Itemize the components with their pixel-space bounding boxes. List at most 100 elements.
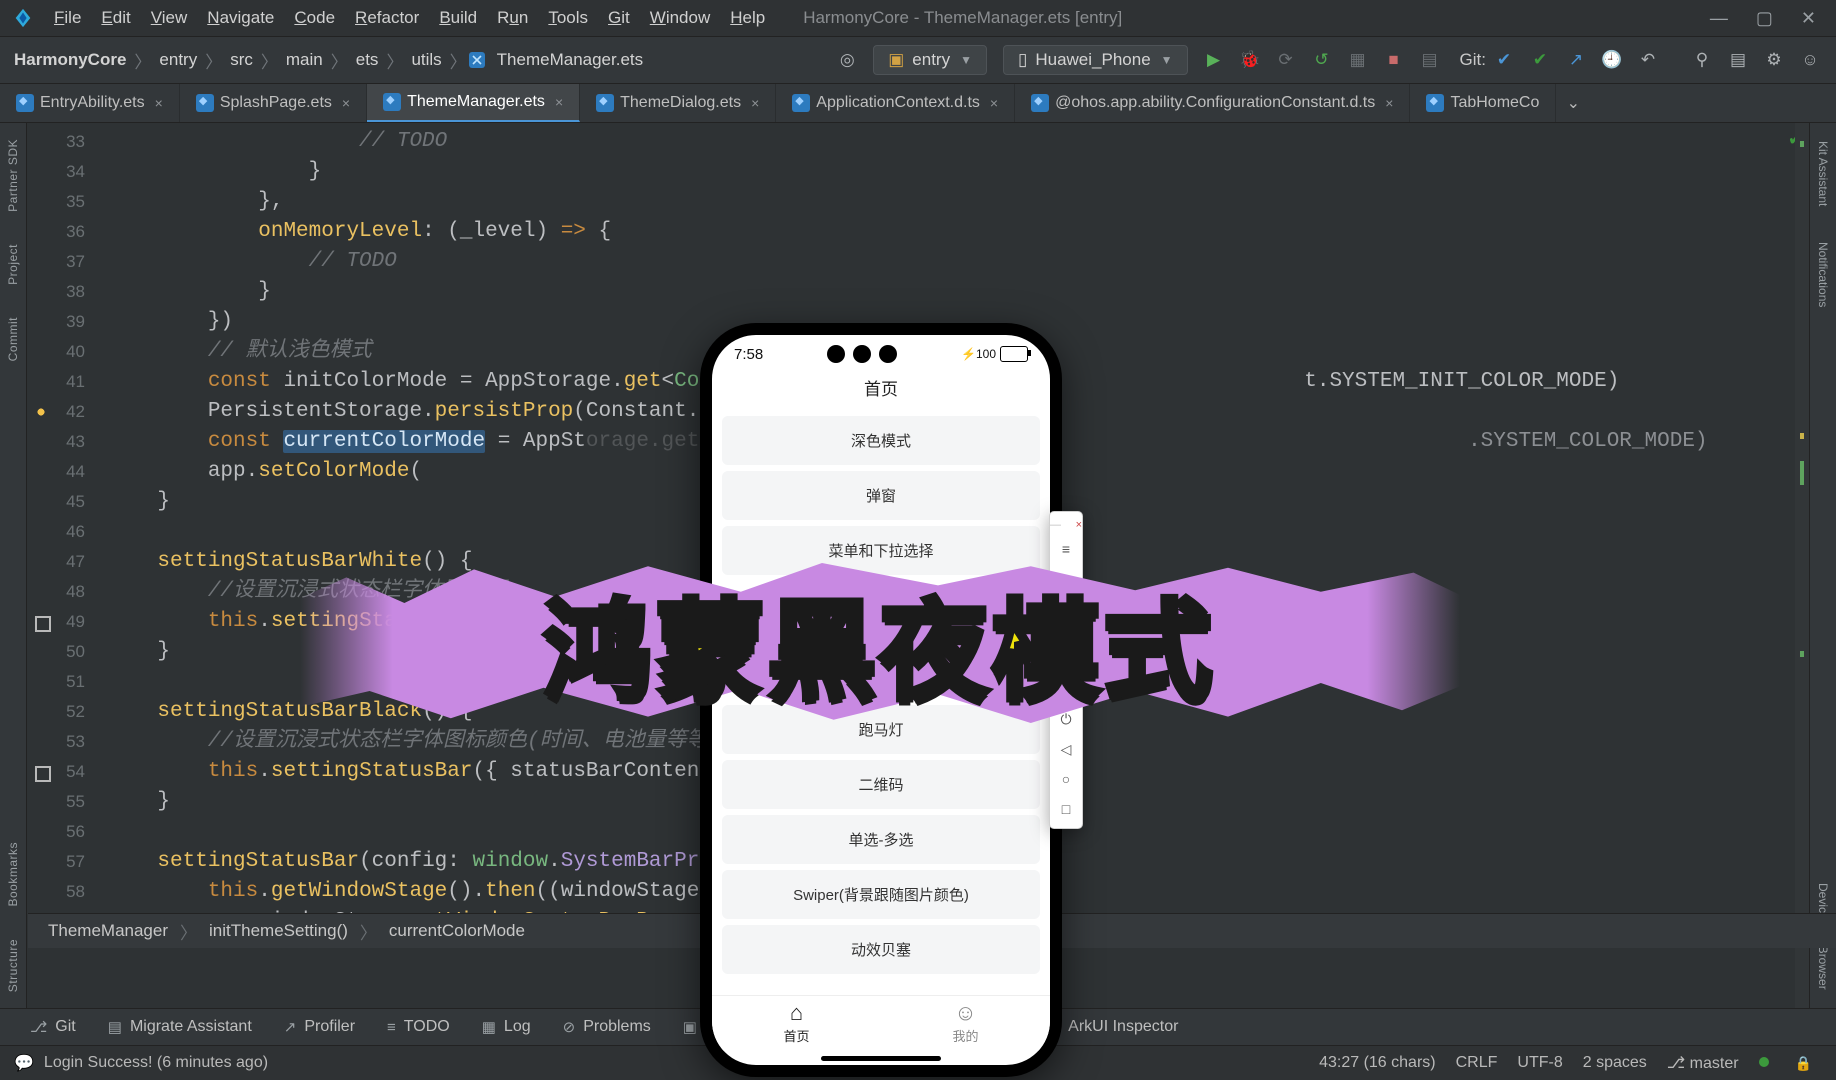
tool-notifications[interactable]: Notifications bbox=[1816, 242, 1830, 307]
close-tab-icon[interactable]: × bbox=[555, 94, 563, 110]
status-servers-ok[interactable] bbox=[1749, 1054, 1785, 1072]
tool-partner-sdk[interactable]: Partner SDK bbox=[6, 139, 20, 212]
crumb-src[interactable]: src bbox=[224, 50, 259, 70]
status-eol[interactable]: CRLF bbox=[1446, 1054, 1508, 1072]
phone-list-item[interactable]: 菜单和下拉选择 bbox=[722, 526, 1040, 575]
phone-list-item[interactable]: 弹窗 bbox=[722, 471, 1040, 520]
tab-entryability[interactable]: EntryAbility.ets × bbox=[0, 84, 180, 122]
emu-power-icon[interactable]: ⏻ bbox=[1050, 704, 1082, 734]
emu-home-icon[interactable]: ○ bbox=[1050, 764, 1082, 794]
emu-back-icon[interactable]: ◁ bbox=[1050, 734, 1082, 764]
emu-close-icon[interactable]: × bbox=[1076, 519, 1082, 531]
stop-button-icon[interactable]: ■ bbox=[1380, 46, 1408, 74]
status-encoding[interactable]: UTF-8 bbox=[1507, 1054, 1572, 1072]
search-icon[interactable]: ⚲ bbox=[1688, 46, 1716, 74]
tool-bookmarks[interactable]: Bookmarks bbox=[6, 842, 20, 907]
locate-icon[interactable]: ◎ bbox=[833, 46, 861, 74]
menu-file[interactable]: File bbox=[44, 4, 91, 32]
status-caret-pos[interactable]: 43:27 (16 chars) bbox=[1309, 1054, 1446, 1072]
tab-overflow-chevron-icon[interactable]: ⌄ bbox=[1556, 84, 1590, 122]
tool-problems[interactable]: ⊘Problems bbox=[547, 1018, 667, 1036]
close-tab-icon[interactable]: × bbox=[342, 95, 350, 111]
run-button-icon[interactable]: ▶ bbox=[1200, 46, 1228, 74]
crumb-entry[interactable]: entry bbox=[153, 50, 203, 70]
git-history-icon[interactable]: 🕘 bbox=[1598, 46, 1626, 74]
run-config-selector[interactable]: ▣ entry ▼ bbox=[873, 45, 987, 75]
phone-list-item[interactable]: 二维码 bbox=[722, 760, 1040, 809]
close-tab-icon[interactable]: × bbox=[155, 95, 163, 111]
phone-nav-profile[interactable]: ☺我的 bbox=[952, 1002, 978, 1045]
emu-recent-icon[interactable]: □ bbox=[1050, 794, 1082, 824]
window-minimize-icon[interactable]: — bbox=[1710, 8, 1728, 29]
tab-label: TabHomeCo bbox=[1450, 94, 1539, 112]
phone-list-item[interactable]: 单选-多选 bbox=[722, 815, 1040, 864]
close-tab-icon[interactable]: × bbox=[1385, 95, 1393, 111]
menu-help[interactable]: Help bbox=[720, 4, 775, 32]
tool-project[interactable]: Project bbox=[6, 244, 20, 285]
hammer-icon[interactable]: ▤ bbox=[1416, 46, 1444, 74]
crumb-main[interactable]: main bbox=[280, 50, 329, 70]
status-balloon-icon[interactable]: 💬 bbox=[14, 1053, 34, 1073]
menu-build[interactable]: Build bbox=[429, 4, 487, 32]
device-selector[interactable]: ▯ Huawei_Phone ▼ bbox=[1003, 45, 1188, 75]
tab-ohos-config[interactable]: @ohos.app.ability.ConfigurationConstant.… bbox=[1015, 84, 1410, 122]
crumb-ets[interactable]: ets bbox=[350, 50, 385, 70]
crumb-member[interactable]: currentColorMode bbox=[389, 921, 525, 941]
phone-list-item[interactable]: 深色模式 bbox=[722, 416, 1040, 465]
menu-refactor[interactable]: Refactor bbox=[345, 4, 429, 32]
tab-thememanager[interactable]: ThemeManager.ets× bbox=[367, 84, 580, 122]
editor-scrollbar[interactable] bbox=[1795, 123, 1809, 1008]
git-push-icon[interactable]: ↗ bbox=[1562, 46, 1590, 74]
status-lock-icon[interactable]: 🔒 bbox=[1785, 1055, 1822, 1072]
window-maximize-icon[interactable]: ▢ bbox=[1756, 8, 1773, 29]
close-tab-icon[interactable]: × bbox=[751, 95, 759, 111]
tab-splashpage[interactable]: SplashPage.ets× bbox=[180, 84, 367, 122]
crumb-class[interactable]: ThemeManager bbox=[48, 921, 168, 941]
menu-run[interactable]: Run bbox=[487, 4, 538, 32]
debug-button-icon[interactable]: 🐞 bbox=[1236, 46, 1264, 74]
menu-tools[interactable]: Tools bbox=[538, 4, 598, 32]
menu-edit[interactable]: Edit bbox=[91, 4, 140, 32]
emu-minimize-icon[interactable]: — bbox=[1050, 519, 1061, 531]
phone-list-item[interactable]: Swiper(背景跟随图片颜色) bbox=[722, 870, 1040, 919]
git-commit-icon[interactable]: ✔ bbox=[1526, 46, 1554, 74]
phone-nav-home[interactable]: ⌂首页 bbox=[783, 1002, 809, 1045]
status-branch[interactable]: ⎇ master bbox=[1657, 1053, 1749, 1073]
crumb-utils[interactable]: utils bbox=[405, 50, 447, 70]
emu-menu-icon[interactable]: ≡ bbox=[1050, 534, 1082, 564]
tool-commit[interactable]: Commit bbox=[6, 317, 20, 361]
menu-window[interactable]: Window bbox=[640, 4, 720, 32]
crumb-method[interactable]: initThemeSetting() bbox=[209, 921, 348, 941]
tab-label: EntryAbility.ets bbox=[40, 94, 145, 112]
menu-view[interactable]: View bbox=[141, 4, 198, 32]
phone-list-item[interactable]: 跑马灯 bbox=[722, 705, 1040, 754]
git-revert-icon[interactable]: ↶ bbox=[1634, 46, 1662, 74]
tool-migrate[interactable]: ▤Migrate Assistant bbox=[92, 1018, 268, 1036]
close-tab-icon[interactable]: × bbox=[990, 95, 998, 111]
tab-themedialog[interactable]: ThemeDialog.ets× bbox=[580, 84, 776, 122]
tool-git[interactable]: ⎇Git bbox=[14, 1018, 92, 1036]
tool-log[interactable]: ▦Log bbox=[466, 1018, 547, 1036]
git-update-icon[interactable]: ✔ bbox=[1490, 46, 1518, 74]
tool-profiler[interactable]: ↗Profiler bbox=[268, 1018, 371, 1036]
phone-home-indicator[interactable] bbox=[821, 1056, 941, 1061]
tool-todo[interactable]: ≡TODO bbox=[371, 1018, 466, 1036]
status-indent[interactable]: 2 spaces bbox=[1573, 1054, 1657, 1072]
phone-list-item[interactable]: 动效贝塞 bbox=[722, 925, 1040, 974]
menu-navigate[interactable]: Navigate bbox=[197, 4, 284, 32]
tab-appcontext[interactable]: ApplicationContext.d.ts× bbox=[776, 84, 1015, 122]
crumb-project[interactable]: HarmonyCore bbox=[8, 50, 132, 70]
profile-icon[interactable]: ☺ bbox=[1796, 46, 1824, 74]
tool-kit-assistant[interactable]: Kit Assistant bbox=[1816, 141, 1830, 206]
folder-icon[interactable]: ▤ bbox=[1724, 46, 1752, 74]
menu-code[interactable]: Code bbox=[284, 4, 345, 32]
tool-structure[interactable]: Structure bbox=[6, 939, 20, 992]
settings-gear-icon[interactable]: ⚙ bbox=[1760, 46, 1788, 74]
menu-git[interactable]: Git bbox=[598, 4, 640, 32]
attach-icon[interactable]: ▦ bbox=[1344, 46, 1372, 74]
coverage-icon[interactable]: ⟳ bbox=[1272, 46, 1300, 74]
window-close-icon[interactable]: ✕ bbox=[1801, 8, 1816, 29]
sync-icon[interactable]: ↺ bbox=[1308, 46, 1336, 74]
tab-tabhomeco[interactable]: TabHomeCo bbox=[1410, 84, 1556, 122]
crumb-file[interactable]: ThemeManager.ets bbox=[491, 50, 649, 70]
